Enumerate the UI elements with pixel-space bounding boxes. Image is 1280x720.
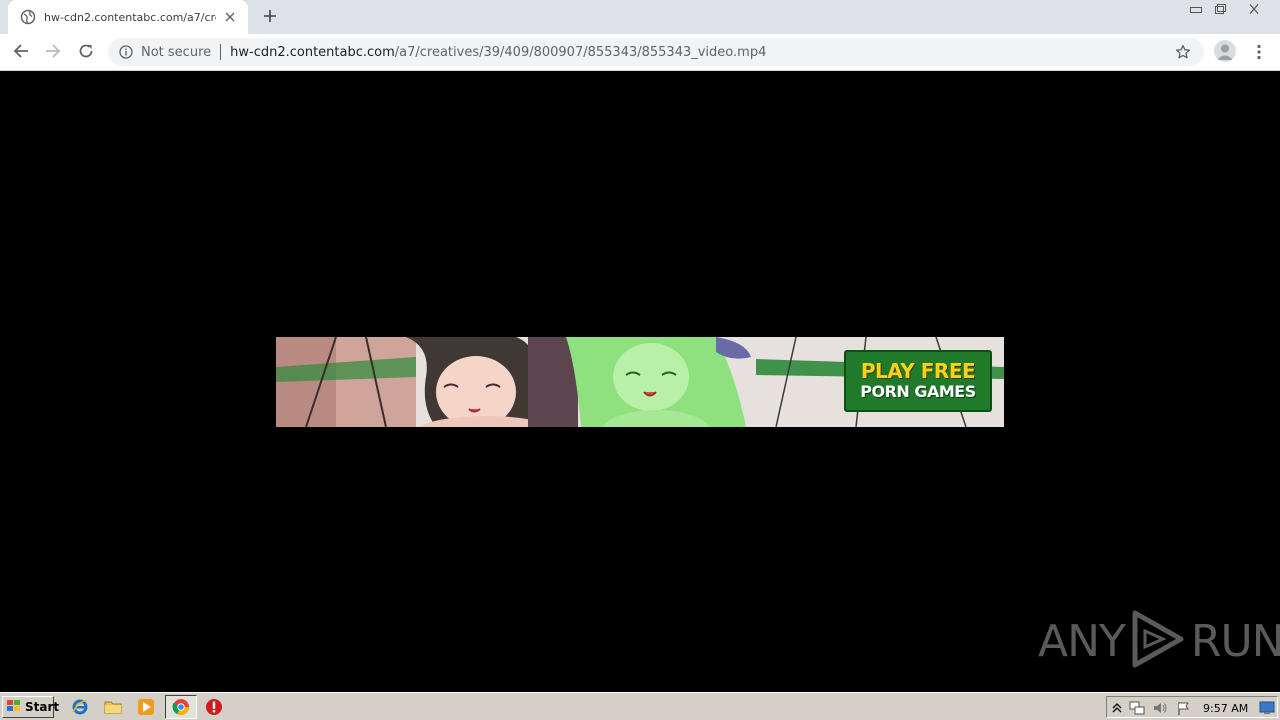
tab-strip: hw-cdn2.contentabc.com/a7/creatives/39/4… <box>0 0 1280 34</box>
restore-button[interactable] <box>1208 0 1232 18</box>
play-free-games-button[interactable]: PLAY FREE PORN GAMES <box>844 350 992 412</box>
star-icon[interactable] <box>1174 43 1192 61</box>
reload-button[interactable] <box>73 40 99 66</box>
reload-icon <box>78 43 94 63</box>
info-icon[interactable] <box>118 44 134 60</box>
system-tray: 9:57 AM <box>1106 696 1278 718</box>
clock[interactable]: 9:57 AM <box>1203 702 1248 715</box>
cta-line2: PORN GAMES <box>860 382 976 401</box>
forward-arrow-icon <box>45 43 61 63</box>
video-player[interactable]: PLAY FREE PORN GAMES <box>276 337 1004 427</box>
tab-close-icon[interactable] <box>222 9 238 25</box>
ie-icon[interactable] <box>70 698 90 716</box>
plus-icon <box>263 8 277 27</box>
security-label[interactable]: Not secure <box>141 45 211 60</box>
watermark-text-right: RUN <box>1190 615 1280 667</box>
close-icon <box>1247 0 1261 19</box>
media-player-icon[interactable] <box>136 698 156 716</box>
tab-video[interactable]: hw-cdn2.contentabc.com/a7/creatives/39/4… <box>8 0 248 34</box>
url-host[interactable]: hw-cdn2.contentabc.com <box>230 45 395 60</box>
screen: hw-cdn2.contentabc.com/a7/creatives/39/4… <box>0 0 1280 720</box>
flag-icon[interactable] <box>1176 700 1192 716</box>
show-desktop-icon[interactable] <box>1259 700 1275 716</box>
taskbar: Start 9:57 AM <box>0 692 1280 720</box>
windows-logo-icon <box>6 698 22 717</box>
start-label: Start <box>25 700 60 714</box>
minimize-button[interactable] <box>1184 0 1208 18</box>
avatar-icon[interactable] <box>1214 40 1236 62</box>
tab-title: hw-cdn2.contentabc.com/a7/creatives/39/4… <box>44 10 216 24</box>
close-window-button[interactable] <box>1242 0 1266 18</box>
video-page: PLAY FREE PORN GAMES ANY RUN <box>0 72 1280 692</box>
chrome-icon[interactable] <box>171 698 191 716</box>
minimize-icon <box>1189 0 1203 19</box>
volume-icon[interactable] <box>1152 700 1168 716</box>
divider <box>220 44 222 60</box>
back-button[interactable] <box>8 40 34 66</box>
anyrun-watermark: ANY RUN <box>1038 608 1280 674</box>
cta-line1: PLAY FREE <box>860 359 976 383</box>
forward-button[interactable] <box>40 40 66 66</box>
kebab-menu-icon[interactable] <box>1250 42 1268 62</box>
address-bar[interactable]: Not secure hw-cdn2.contentabc.com /a7/cr… <box>108 38 1204 66</box>
browser-toolbar: Not secure hw-cdn2.contentabc.com /a7/cr… <box>0 34 1280 71</box>
start-button[interactable]: Start <box>2 696 59 718</box>
restore-icon <box>1213 0 1227 19</box>
stop-icon[interactable] <box>204 698 224 716</box>
play-triangle-icon <box>1129 609 1187 673</box>
back-arrow-icon <box>13 43 29 63</box>
network-icon[interactable] <box>1129 700 1145 716</box>
new-tab-button[interactable] <box>258 6 282 28</box>
url-path[interactable]: /a7/creatives/39/409/800907/855343/85534… <box>395 45 767 60</box>
folder-icon[interactable] <box>103 698 123 716</box>
watermark-text-left: ANY <box>1038 615 1126 667</box>
globe-icon <box>20 9 36 25</box>
tray-expand-icon[interactable] <box>1109 700 1125 716</box>
